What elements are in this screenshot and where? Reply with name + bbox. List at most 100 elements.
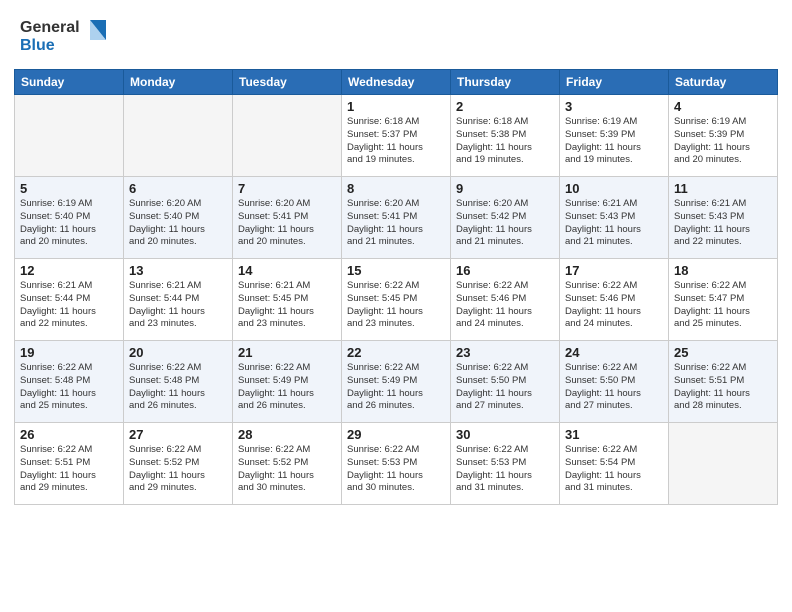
cal-cell-23: 23Sunrise: 6:22 AM Sunset: 5:50 PM Dayli… — [451, 341, 560, 423]
cal-cell-18: 18Sunrise: 6:22 AM Sunset: 5:47 PM Dayli… — [669, 259, 778, 341]
day-header-thursday: Thursday — [451, 70, 560, 95]
day-number: 16 — [456, 263, 554, 278]
day-number: 24 — [565, 345, 663, 360]
cell-info: Sunrise: 6:22 AM Sunset: 5:48 PM Dayligh… — [20, 362, 118, 413]
day-number: 27 — [129, 427, 227, 442]
cal-cell-empty-0 — [15, 95, 124, 177]
cell-info: Sunrise: 6:22 AM Sunset: 5:45 PM Dayligh… — [347, 280, 445, 331]
cal-cell-27: 27 Sunrise: 6:22 AM Sunset: 5:52 PM Dayli… — [124, 423, 233, 505]
day-number: 4 — [674, 99, 772, 114]
header: General Blue — [0, 0, 792, 69]
cal-cell-11: 11Sunrise: 6:21 AM Sunset: 5:43 PM Dayli… — [669, 177, 778, 259]
cell-info: Sunrise: 6:18 AM Sunset: 5:38 PM Dayligh… — [456, 116, 554, 167]
cell-info: Sunrise: 6:20 AM Sunset: 5:41 PM Dayligh… — [238, 198, 336, 249]
cell-info: Sunrise: 6:19 AM Sunset: 5:39 PM Dayligh… — [674, 116, 772, 167]
cell-info: Sunrise: 6:20 AM Sunset: 5:40 PM Dayligh… — [129, 198, 227, 249]
cal-cell-13: 13 Sunrise: 6:21 AM Sunset: 5:44 PM Dayli… — [124, 259, 233, 341]
day-header-saturday: Saturday — [669, 70, 778, 95]
cal-cell-empty-1 — [124, 95, 233, 177]
day-header-friday: Friday — [560, 70, 669, 95]
cal-cell-19: 19 Sunrise: 6:22 AM Sunset: 5:48 PM Dayli… — [15, 341, 124, 423]
svg-text:Blue: Blue — [20, 37, 55, 54]
day-number: 15 — [347, 263, 445, 278]
week-row-1: 1 Sunrise: 6:18 AM Sunset: 5:37 PM Daylig… — [15, 95, 778, 177]
cal-cell-2: 2 Sunrise: 6:18 AM Sunset: 5:38 PM Daylig… — [451, 95, 560, 177]
cell-info: Sunrise: 6:20 AM Sunset: 5:42 PM Dayligh… — [456, 198, 554, 249]
cal-cell-3: 3 Sunrise: 6:19 AM Sunset: 5:39 PM Daylig… — [560, 95, 669, 177]
cal-cell-1: 1 Sunrise: 6:18 AM Sunset: 5:37 PM Daylig… — [342, 95, 451, 177]
day-number: 22 — [347, 345, 445, 360]
calendar-container: SundayMondayTuesdayWednesdayThursdayFrid… — [14, 69, 778, 602]
cell-info: Sunrise: 6:22 AM Sunset: 5:50 PM Dayligh… — [565, 362, 663, 413]
day-number: 26 — [20, 427, 118, 442]
calendar-table: SundayMondayTuesdayWednesdayThursdayFrid… — [14, 69, 778, 505]
day-number: 28 — [238, 427, 336, 442]
logo-icon: General Blue — [18, 12, 108, 56]
cell-info: Sunrise: 6:19 AM Sunset: 5:40 PM Dayligh… — [20, 198, 118, 249]
cell-info: Sunrise: 6:22 AM Sunset: 5:49 PM Dayligh… — [347, 362, 445, 413]
logo: General Blue — [18, 12, 108, 61]
cal-cell-5: 5 Sunrise: 6:19 AM Sunset: 5:40 PM Daylig… — [15, 177, 124, 259]
cell-info: Sunrise: 6:22 AM Sunset: 5:50 PM Dayligh… — [456, 362, 554, 413]
cal-cell-9: 9Sunrise: 6:20 AM Sunset: 5:42 PM Daylig… — [451, 177, 560, 259]
cell-info: Sunrise: 6:21 AM Sunset: 5:44 PM Dayligh… — [20, 280, 118, 331]
cell-info: Sunrise: 6:19 AM Sunset: 5:39 PM Dayligh… — [565, 116, 663, 167]
week-row-5: 26 Sunrise: 6:22 AM Sunset: 5:51 PM Dayli… — [15, 423, 778, 505]
day-header-monday: Monday — [124, 70, 233, 95]
cal-cell-10: 10Sunrise: 6:21 AM Sunset: 5:43 PM Dayli… — [560, 177, 669, 259]
day-number: 2 — [456, 99, 554, 114]
cal-cell-29: 29Sunrise: 6:22 AM Sunset: 5:53 PM Dayli… — [342, 423, 451, 505]
cell-info: Sunrise: 6:22 AM Sunset: 5:54 PM Dayligh… — [565, 444, 663, 495]
cal-cell-17: 17Sunrise: 6:22 AM Sunset: 5:46 PM Dayli… — [560, 259, 669, 341]
cal-cell-31: 31 Sunrise: 6:22 AM Sunset: 5:54 PM Dayli… — [560, 423, 669, 505]
cell-info: Sunrise: 6:21 AM Sunset: 5:44 PM Dayligh… — [129, 280, 227, 331]
cal-cell-24: 24 Sunrise: 6:22 AM Sunset: 5:50 PM Dayli… — [560, 341, 669, 423]
day-number: 19 — [20, 345, 118, 360]
cal-cell-30: 30 Sunrise: 6:22 AM Sunset: 5:53 PM Dayli… — [451, 423, 560, 505]
cell-info: Sunrise: 6:22 AM Sunset: 5:48 PM Dayligh… — [129, 362, 227, 413]
day-number: 30 — [456, 427, 554, 442]
day-number: 8 — [347, 181, 445, 196]
cell-info: Sunrise: 6:22 AM Sunset: 5:53 PM Dayligh… — [456, 444, 554, 495]
day-number: 5 — [20, 181, 118, 196]
cell-info: Sunrise: 6:22 AM Sunset: 5:52 PM Dayligh… — [129, 444, 227, 495]
cell-info: Sunrise: 6:21 AM Sunset: 5:43 PM Dayligh… — [565, 198, 663, 249]
week-row-3: 12 Sunrise: 6:21 AM Sunset: 5:44 PM Dayli… — [15, 259, 778, 341]
cell-info: Sunrise: 6:22 AM Sunset: 5:46 PM Dayligh… — [565, 280, 663, 331]
logo-text: General Blue — [18, 12, 108, 61]
cell-info: Sunrise: 6:21 AM Sunset: 5:43 PM Dayligh… — [674, 198, 772, 249]
cal-cell-20: 20Sunrise: 6:22 AM Sunset: 5:48 PM Dayli… — [124, 341, 233, 423]
cal-cell-15: 15 Sunrise: 6:22 AM Sunset: 5:45 PM Dayli… — [342, 259, 451, 341]
cell-info: Sunrise: 6:18 AM Sunset: 5:37 PM Dayligh… — [347, 116, 445, 167]
cell-info: Sunrise: 6:22 AM Sunset: 5:51 PM Dayligh… — [20, 444, 118, 495]
cal-cell-4: 4 Sunrise: 6:19 AM Sunset: 5:39 PM Daylig… — [669, 95, 778, 177]
day-number: 31 — [565, 427, 663, 442]
week-row-2: 5 Sunrise: 6:19 AM Sunset: 5:40 PM Daylig… — [15, 177, 778, 259]
cal-cell-21: 21 Sunrise: 6:22 AM Sunset: 5:49 PM Dayli… — [233, 341, 342, 423]
day-number: 14 — [238, 263, 336, 278]
cal-cell-empty-2 — [233, 95, 342, 177]
day-header-wednesday: Wednesday — [342, 70, 451, 95]
day-number: 12 — [20, 263, 118, 278]
cell-info: Sunrise: 6:22 AM Sunset: 5:52 PM Dayligh… — [238, 444, 336, 495]
cal-cell-empty-6 — [669, 423, 778, 505]
day-number: 13 — [129, 263, 227, 278]
cal-cell-22: 22 Sunrise: 6:22 AM Sunset: 5:49 PM Dayli… — [342, 341, 451, 423]
week-row-4: 19 Sunrise: 6:22 AM Sunset: 5:48 PM Dayli… — [15, 341, 778, 423]
day-header-sunday: Sunday — [15, 70, 124, 95]
cal-cell-16: 16Sunrise: 6:22 AM Sunset: 5:46 PM Dayli… — [451, 259, 560, 341]
svg-text:General: General — [20, 19, 80, 36]
cell-info: Sunrise: 6:22 AM Sunset: 5:49 PM Dayligh… — [238, 362, 336, 413]
cell-info: Sunrise: 6:22 AM Sunset: 5:47 PM Dayligh… — [674, 280, 772, 331]
day-number: 7 — [238, 181, 336, 196]
cal-cell-14: 14Sunrise: 6:21 AM Sunset: 5:45 PM Dayli… — [233, 259, 342, 341]
cal-cell-12: 12 Sunrise: 6:21 AM Sunset: 5:44 PM Dayli… — [15, 259, 124, 341]
cal-cell-6: 6 Sunrise: 6:20 AM Sunset: 5:40 PM Daylig… — [124, 177, 233, 259]
day-number: 21 — [238, 345, 336, 360]
cell-info: Sunrise: 6:22 AM Sunset: 5:51 PM Dayligh… — [674, 362, 772, 413]
day-number: 6 — [129, 181, 227, 196]
day-number: 3 — [565, 99, 663, 114]
day-number: 1 — [347, 99, 445, 114]
cell-info: Sunrise: 6:22 AM Sunset: 5:53 PM Dayligh… — [347, 444, 445, 495]
day-header-tuesday: Tuesday — [233, 70, 342, 95]
